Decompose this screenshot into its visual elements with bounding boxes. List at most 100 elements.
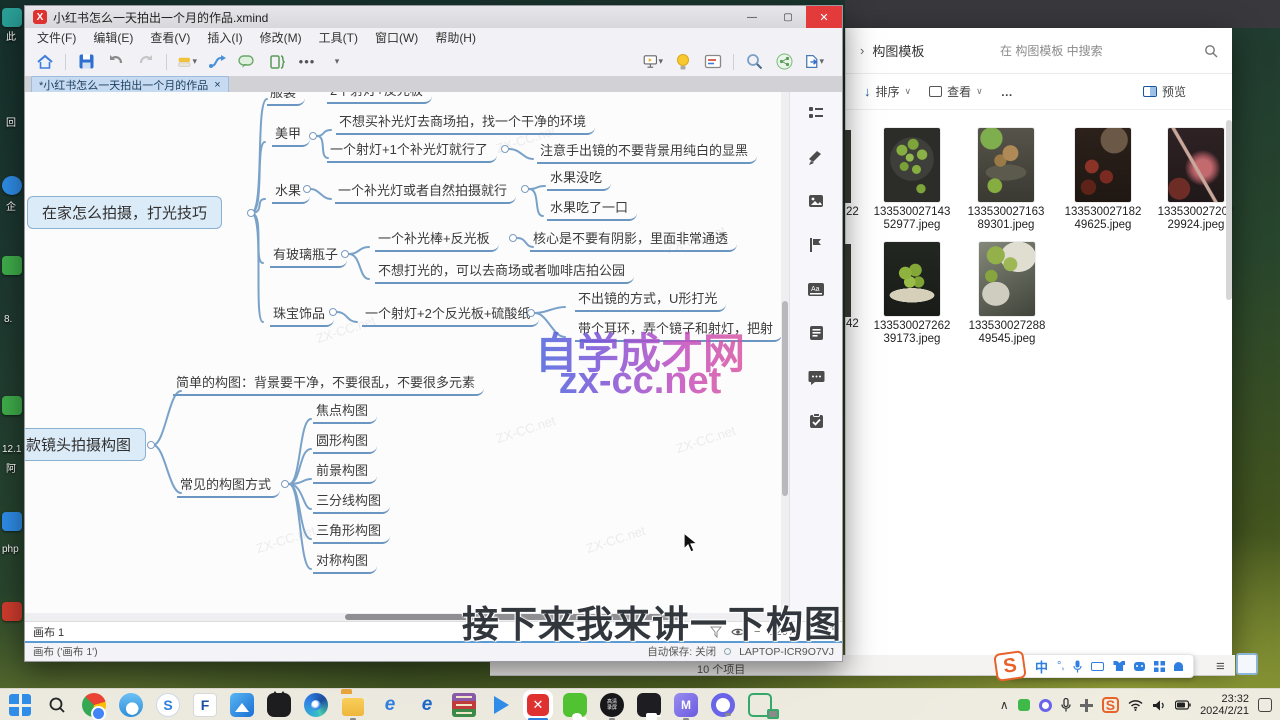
menu-help[interactable]: 帮助(H) — [435, 29, 476, 46]
task-checklist-icon[interactable] — [807, 412, 825, 430]
taskbar-qq-browser-icon[interactable] — [119, 693, 143, 717]
ime-mic-icon[interactable] — [1073, 660, 1082, 673]
mindmap-topic[interactable]: 水果吃了一口 — [547, 197, 637, 221]
marker-flag-icon[interactable] — [807, 236, 825, 254]
document-tab[interactable]: *小红书怎么一天拍出一个月的作品 × — [31, 76, 229, 92]
tray-utility-icon[interactable] — [1080, 699, 1093, 712]
hamburger-menu-icon[interactable]: ≡ — [1216, 658, 1225, 675]
taskbar-photos-icon[interactable] — [230, 693, 254, 717]
taskbar-cast-icon[interactable] — [748, 693, 772, 717]
notes-panel-icon[interactable] — [703, 52, 723, 72]
taskbar-potplayer-icon[interactable] — [489, 693, 513, 717]
collapse-handle[interactable] — [527, 309, 535, 317]
more-tools-button[interactable]: ••• — [297, 52, 317, 72]
collapse-handle[interactable] — [147, 441, 155, 449]
notes-icon[interactable] — [807, 324, 825, 342]
notification-center-icon[interactable] — [1258, 698, 1272, 712]
file-item[interactable]: 13353002728849545.jpeg — [959, 242, 1055, 346]
mindmap-central-topic[interactable]: 款镜头拍摄构图 — [25, 428, 146, 461]
sort-button[interactable]: ↓ 排序 ∨ — [858, 80, 917, 103]
menu-edit[interactable]: 编辑(E) — [93, 29, 133, 46]
mindmap-topic[interactable]: 珠宝饰品 — [270, 303, 334, 327]
mindmap-topic[interactable]: 对称构图 — [313, 550, 377, 574]
tray-green-app-icon[interactable] — [1018, 699, 1030, 711]
breadcrumb-caret[interactable]: › — [860, 43, 864, 58]
mindmap-topic[interactable]: 焦点构图 — [313, 400, 377, 424]
lightbulb-icon[interactable] — [673, 52, 693, 72]
tray-mic-icon[interactable] — [1061, 698, 1071, 712]
file-item[interactable]: 13353002716389301.jpeg — [958, 128, 1054, 232]
vertical-scrollbar[interactable] — [781, 92, 789, 613]
ime-notification-icon[interactable] — [1174, 662, 1183, 671]
search-icon[interactable] — [1204, 44, 1218, 58]
mindmap-topic[interactable]: 美甲 — [272, 123, 310, 147]
callout-icon[interactable] — [237, 52, 257, 72]
mindmap-topic[interactable]: 注意手出镜的不要背景用纯白的显黑 — [537, 140, 757, 164]
mindmap-canvas[interactable]: ZX-CC.net ZX-CC.net ZX-CC.net ZX-CC.net … — [25, 92, 783, 613]
ime-punctuation[interactable]: °, — [1057, 660, 1064, 672]
collapse-handle[interactable] — [501, 145, 509, 153]
mindmap-topic[interactable]: 一个射灯+2个反光板+硫酸纸 — [362, 303, 539, 327]
collapse-handle[interactable] — [247, 209, 255, 217]
ime-toolbar[interactable]: S 中 °, — [1008, 654, 1194, 678]
taskbar-chrome-icon[interactable] — [82, 693, 106, 717]
collapse-handle[interactable] — [309, 132, 317, 140]
preview-button[interactable]: 预览 — [1137, 80, 1192, 103]
comment-icon[interactable] — [807, 368, 825, 386]
mindmap-topic[interactable]: 服装 — [267, 92, 305, 106]
sheet-tab[interactable]: 画布 1 — [33, 624, 64, 640]
file-item[interactable]: 13353002714352977.jpeg — [864, 128, 960, 232]
label-sticker-icon[interactable]: Aa — [807, 280, 825, 298]
mindmap-topic[interactable]: 有玻璃瓶子 — [270, 244, 347, 268]
taskbar-xmind-icon[interactable]: ✕ — [526, 693, 550, 717]
mindmap-topic[interactable]: 常见的构图方式 — [177, 474, 280, 498]
mindmap-topic[interactable]: 一个补光棒+反光板 — [375, 228, 499, 252]
minimize-button[interactable]: — — [734, 6, 770, 28]
mindmap-topic[interactable]: 三分线构图 — [313, 490, 390, 514]
desktop-icon-red-app[interactable] — [2, 602, 22, 621]
taskbar-m-app-icon[interactable]: M — [674, 693, 698, 717]
ime-assistant-icon[interactable] — [1134, 662, 1145, 671]
speaker-icon[interactable] — [1152, 699, 1166, 712]
summary-icon[interactable] — [267, 52, 287, 72]
desktop-icon-green-app2[interactable] — [2, 396, 22, 415]
sogou-logo-icon[interactable]: S — [993, 650, 1027, 682]
menu-window[interactable]: 窗口(W) — [375, 29, 418, 46]
collapse-handle[interactable] — [281, 480, 289, 488]
taskbar-ring-app-icon[interactable] — [711, 693, 735, 717]
taskbar-clock[interactable]: 23:32 2024/2/21 — [1200, 693, 1249, 717]
style-icon[interactable] — [177, 52, 197, 72]
taskbar-explorer-icon[interactable] — [341, 693, 365, 717]
collapse-handle[interactable] — [521, 185, 529, 193]
zoom-search-icon[interactable] — [744, 52, 764, 72]
collapse-handle[interactable] — [303, 185, 311, 193]
taskbar-ie2-icon[interactable]: e — [415, 693, 439, 717]
maximize-button[interactable]: ▢ — [770, 6, 806, 28]
thumbnail-image-kiwi-pear[interactable] — [978, 128, 1034, 202]
mindmap-central-topic[interactable]: 在家怎么拍摄，打光技巧 — [27, 196, 222, 229]
mindmap-topic[interactable]: 一个射灯+1个补光灯就行了 — [327, 139, 497, 163]
thumbnail-image-pears[interactable] — [979, 242, 1035, 316]
taskbar-winrar-icon[interactable] — [452, 693, 476, 717]
battery-icon[interactable] — [1175, 700, 1191, 710]
ime-mode-chinese[interactable]: 中 — [1035, 657, 1048, 676]
desktop-icon-this-pc[interactable] — [2, 8, 22, 27]
collapse-handle[interactable] — [341, 250, 349, 258]
explorer-scrollbar[interactable] — [1226, 120, 1232, 300]
toolbar-dropdown[interactable] — [327, 52, 347, 72]
undo-icon[interactable] — [106, 52, 126, 72]
breadcrumb[interactable]: 构图模板 — [872, 41, 924, 60]
menu-file[interactable]: 文件(F) — [37, 29, 76, 46]
taskbar-search-icon[interactable] — [45, 693, 69, 717]
image-panel-icon[interactable] — [807, 192, 825, 210]
ime-toolbox-icon[interactable] — [1154, 661, 1165, 672]
file-item[interactable]: 13353002726239173.jpeg — [864, 242, 960, 346]
mindmap-topic[interactable]: 三角形构图 — [313, 520, 390, 544]
format-brush-icon[interactable] — [807, 148, 825, 166]
desktop-icon-wecom[interactable] — [2, 176, 22, 195]
tab-close-icon[interactable]: × — [214, 79, 220, 91]
tray-expand-icon[interactable]: ∧ — [1000, 698, 1009, 712]
collapse-handle[interactable] — [509, 234, 517, 242]
mindmap-topic[interactable]: 不想买补光灯去商场拍，找一个干净的环境 — [336, 111, 595, 135]
ime-keyboard-icon[interactable] — [1091, 662, 1104, 671]
